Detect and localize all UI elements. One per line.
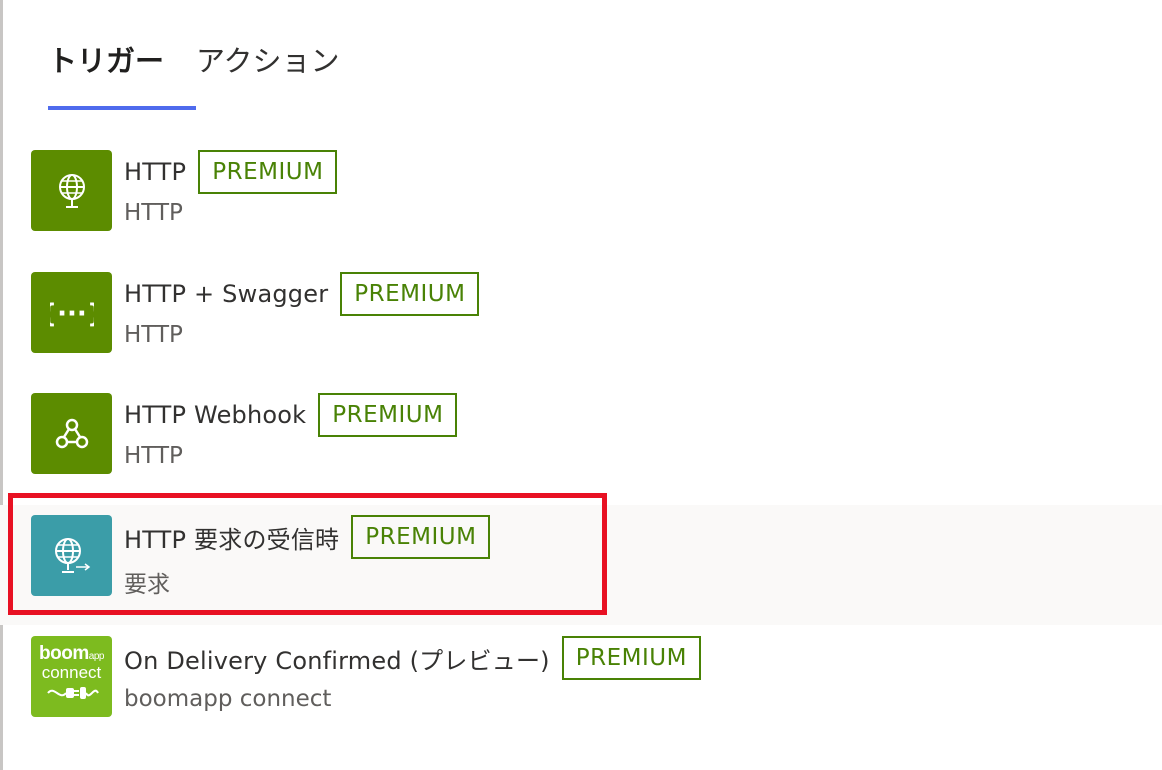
- item-subtitle: HTTP: [124, 200, 183, 226]
- tab-triggers[interactable]: トリガー: [48, 38, 196, 110]
- item-subtitle: HTTP: [124, 322, 183, 348]
- item-subtitle: boomapp connect: [124, 686, 332, 712]
- item-title: HTTP + Swagger: [124, 280, 329, 308]
- logo-boom: boom: [39, 643, 89, 664]
- tab-bar: トリガー アクション: [48, 38, 340, 110]
- item-title: HTTP 要求の受信時: [124, 525, 340, 554]
- webhook-icon: [31, 393, 112, 474]
- braces-icon: {···}: [31, 272, 112, 353]
- premium-badge: PREMIUM: [561, 636, 701, 680]
- item-title: HTTP Webhook: [124, 401, 307, 429]
- globe-arrow-icon: [31, 515, 112, 596]
- item-subtitle: HTTP: [124, 443, 183, 469]
- tab-actions[interactable]: アクション: [196, 38, 340, 110]
- item-title: HTTP: [124, 158, 187, 186]
- plug-icon: [46, 687, 99, 699]
- list-item-http-webhook[interactable]: HTTP Webhook PREMIUM HTTP: [0, 383, 1162, 503]
- list-item-http[interactable]: HTTP PREMIUM HTTP: [0, 140, 1162, 260]
- boomapp-logo: boomapp connect: [31, 636, 112, 717]
- item-title: On Delivery Confirmed (プレビュー): [124, 646, 550, 675]
- list-item-http-swagger[interactable]: {···} HTTP + Swagger PREMIUM HTTP: [0, 262, 1162, 382]
- list-item-http-request-received[interactable]: HTTP 要求の受信時 PREMIUM 要求: [0, 505, 1162, 625]
- premium-badge: PREMIUM: [318, 393, 458, 437]
- premium-badge: PREMIUM: [340, 272, 480, 316]
- premium-badge: PREMIUM: [351, 515, 491, 559]
- logo-connect: connect: [41, 663, 102, 682]
- list-item-on-delivery-confirmed[interactable]: boomapp connect On Delivery Confirmed (プ…: [0, 626, 1162, 746]
- item-subtitle: 要求: [124, 572, 170, 598]
- premium-badge: PREMIUM: [198, 150, 338, 194]
- logo-app: app: [88, 651, 105, 662]
- svg-text:{···}: {···}: [50, 299, 94, 329]
- globe-icon: [31, 150, 112, 231]
